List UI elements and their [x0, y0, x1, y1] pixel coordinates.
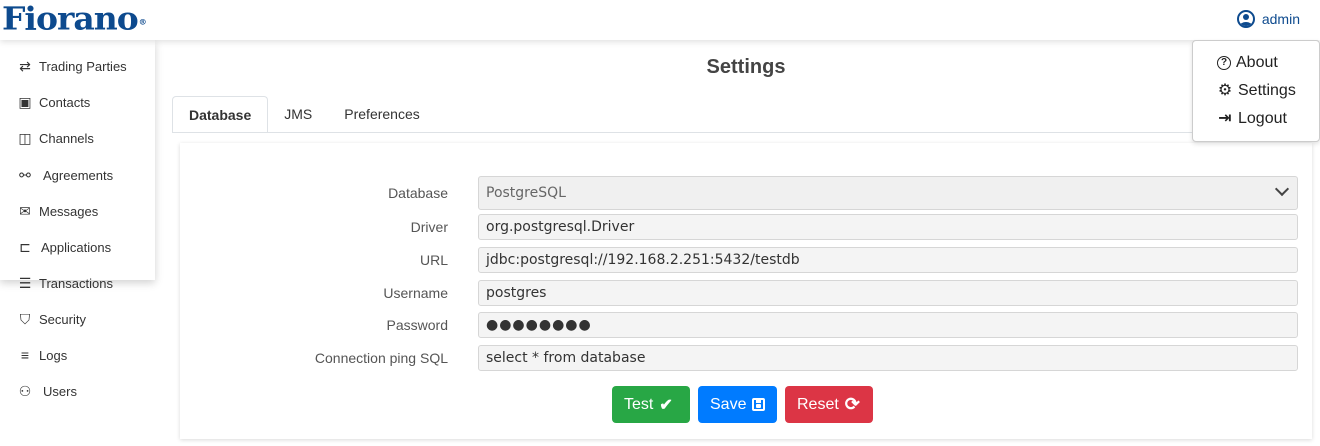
logo-registered-mark: ®: [138, 17, 147, 27]
database-select-value: PostgreSQL: [486, 185, 566, 201]
database-label: Database: [388, 185, 448, 201]
sidebar-item-messages[interactable]: ✉ Messages: [0, 197, 155, 225]
check-icon: ✔: [659, 396, 673, 414]
question-circle-icon: ?: [1217, 56, 1231, 70]
user-dropdown-menu: ? About ⚙ Settings ⇥ Logout: [1192, 40, 1320, 142]
settings-tabs: Database JMS Preferences: [172, 96, 436, 133]
sidebar-item-label: Channels: [39, 130, 94, 146]
save-button-label: Save: [710, 395, 747, 413]
refresh-icon: ⟳: [844, 394, 860, 414]
sidebar-item-contacts[interactable]: ▣ Contacts: [0, 88, 155, 116]
username-label: Username: [383, 285, 448, 301]
users-icon: ⚇: [18, 382, 32, 399]
handshake-icon: ⚯: [19, 166, 31, 183]
sidebar-item-agreements[interactable]: ⚯ Agreements: [0, 161, 155, 189]
password-row: Password ●●●●●●●●: [180, 312, 1312, 338]
driver-row: Driver org.postgresql.Driver: [180, 214, 1312, 240]
sidebar-item-applications[interactable]: ⊏ Applications: [0, 233, 155, 261]
password-label: Password: [386, 317, 448, 333]
tab-jms[interactable]: JMS: [268, 96, 328, 133]
sidebar-item-label: Trading Parties: [39, 58, 127, 74]
database-row: Database PostgreSQL: [180, 176, 1312, 210]
gear-icon: ⚙: [1217, 82, 1233, 99]
ping-sql-label: Connection ping SQL: [314, 350, 448, 366]
tab-divider: [172, 132, 1320, 133]
user-menu-toggle[interactable]: admin: [1236, 10, 1300, 28]
username-row: Username postgres: [180, 280, 1312, 306]
envelope-icon: ✉: [19, 202, 31, 219]
menu-item-label: About: [1236, 54, 1278, 71]
url-row: URL jdbc:postgresql://192.168.2.251:5432…: [180, 247, 1312, 273]
shield-icon: ⛉: [19, 310, 31, 327]
app-header: Fiorano® admin: [0, 0, 1320, 40]
sidebar-item-security[interactable]: ⛉ Security: [0, 305, 155, 333]
driver-input[interactable]: org.postgresql.Driver: [478, 214, 1298, 240]
url-label: URL: [419, 252, 448, 268]
channel-icon: ◫: [18, 129, 32, 146]
sidebar-item-logs[interactable]: ≡ Logs: [0, 341, 155, 369]
contact-card-icon: ▣: [18, 93, 32, 110]
sidebar-item-label: Transactions: [39, 275, 113, 291]
page-title: Settings: [706, 56, 786, 78]
ping-sql-row: Connection ping SQL select * from databa…: [180, 345, 1312, 371]
folder-open-icon: ⊏: [19, 238, 31, 255]
sidebar-item-label: Applications: [41, 239, 112, 255]
logo-text: Fiorano: [2, 0, 139, 38]
menu-item-logout[interactable]: ⇥ Logout: [1217, 107, 1287, 131]
test-button-label: Test: [624, 395, 654, 413]
user-name: admin: [1261, 11, 1300, 27]
action-buttons: Test ✔ Save Reset ⟳: [612, 386, 873, 423]
username-input[interactable]: postgres: [478, 280, 1298, 306]
floppy-disk-icon: [752, 398, 765, 411]
sidebar-item-label: Users: [43, 383, 77, 399]
tab-database[interactable]: Database: [172, 96, 269, 133]
menu-item-about[interactable]: ? About: [1217, 51, 1278, 75]
database-settings-card: Database PostgreSQL Driver org.postgresq…: [180, 143, 1312, 439]
bars-icon: ≡: [20, 347, 30, 363]
sidebar-item-label: Messages: [39, 203, 99, 219]
sidebar-item-label: Logs: [39, 347, 68, 363]
sidebar-item-label: Security: [39, 311, 86, 327]
sidebar-item-trading-parties[interactable]: ⇄ Trading Parties: [0, 52, 155, 80]
ping-sql-input[interactable]: select * from database: [478, 345, 1298, 371]
sidebar-item-users[interactable]: ⚇ Users: [0, 377, 155, 405]
sidebar-item-channels[interactable]: ◫ Channels: [0, 124, 155, 152]
save-button[interactable]: Save: [698, 386, 777, 423]
sidebar-item-label: Agreements: [43, 167, 114, 183]
arrows-exchange-icon: ⇄: [19, 57, 31, 74]
list-icon: ☰: [18, 274, 32, 291]
password-input[interactable]: ●●●●●●●●: [478, 312, 1298, 338]
test-button[interactable]: Test ✔: [612, 386, 690, 423]
database-select[interactable]: PostgreSQL: [478, 176, 1298, 210]
menu-item-settings[interactable]: ⚙ Settings: [1217, 79, 1296, 103]
reset-button-label: Reset: [797, 395, 839, 413]
sidebar-item-label: Contacts: [39, 94, 91, 110]
reset-button[interactable]: Reset ⟳: [785, 386, 873, 423]
user-circle-icon: [1236, 10, 1255, 28]
menu-item-label: Logout: [1238, 110, 1287, 127]
fiorano-logo[interactable]: Fiorano®: [2, 0, 147, 38]
chevron-down-icon: [1274, 181, 1290, 197]
url-input[interactable]: jdbc:postgresql://192.168.2.251:5432/tes…: [478, 247, 1298, 273]
tab-preferences[interactable]: Preferences: [328, 96, 435, 133]
menu-item-label: Settings: [1238, 82, 1296, 99]
sign-out-icon: ⇥: [1218, 110, 1232, 127]
driver-label: Driver: [410, 219, 448, 235]
sidebar-item-transactions[interactable]: ☰ Transactions: [0, 269, 155, 297]
